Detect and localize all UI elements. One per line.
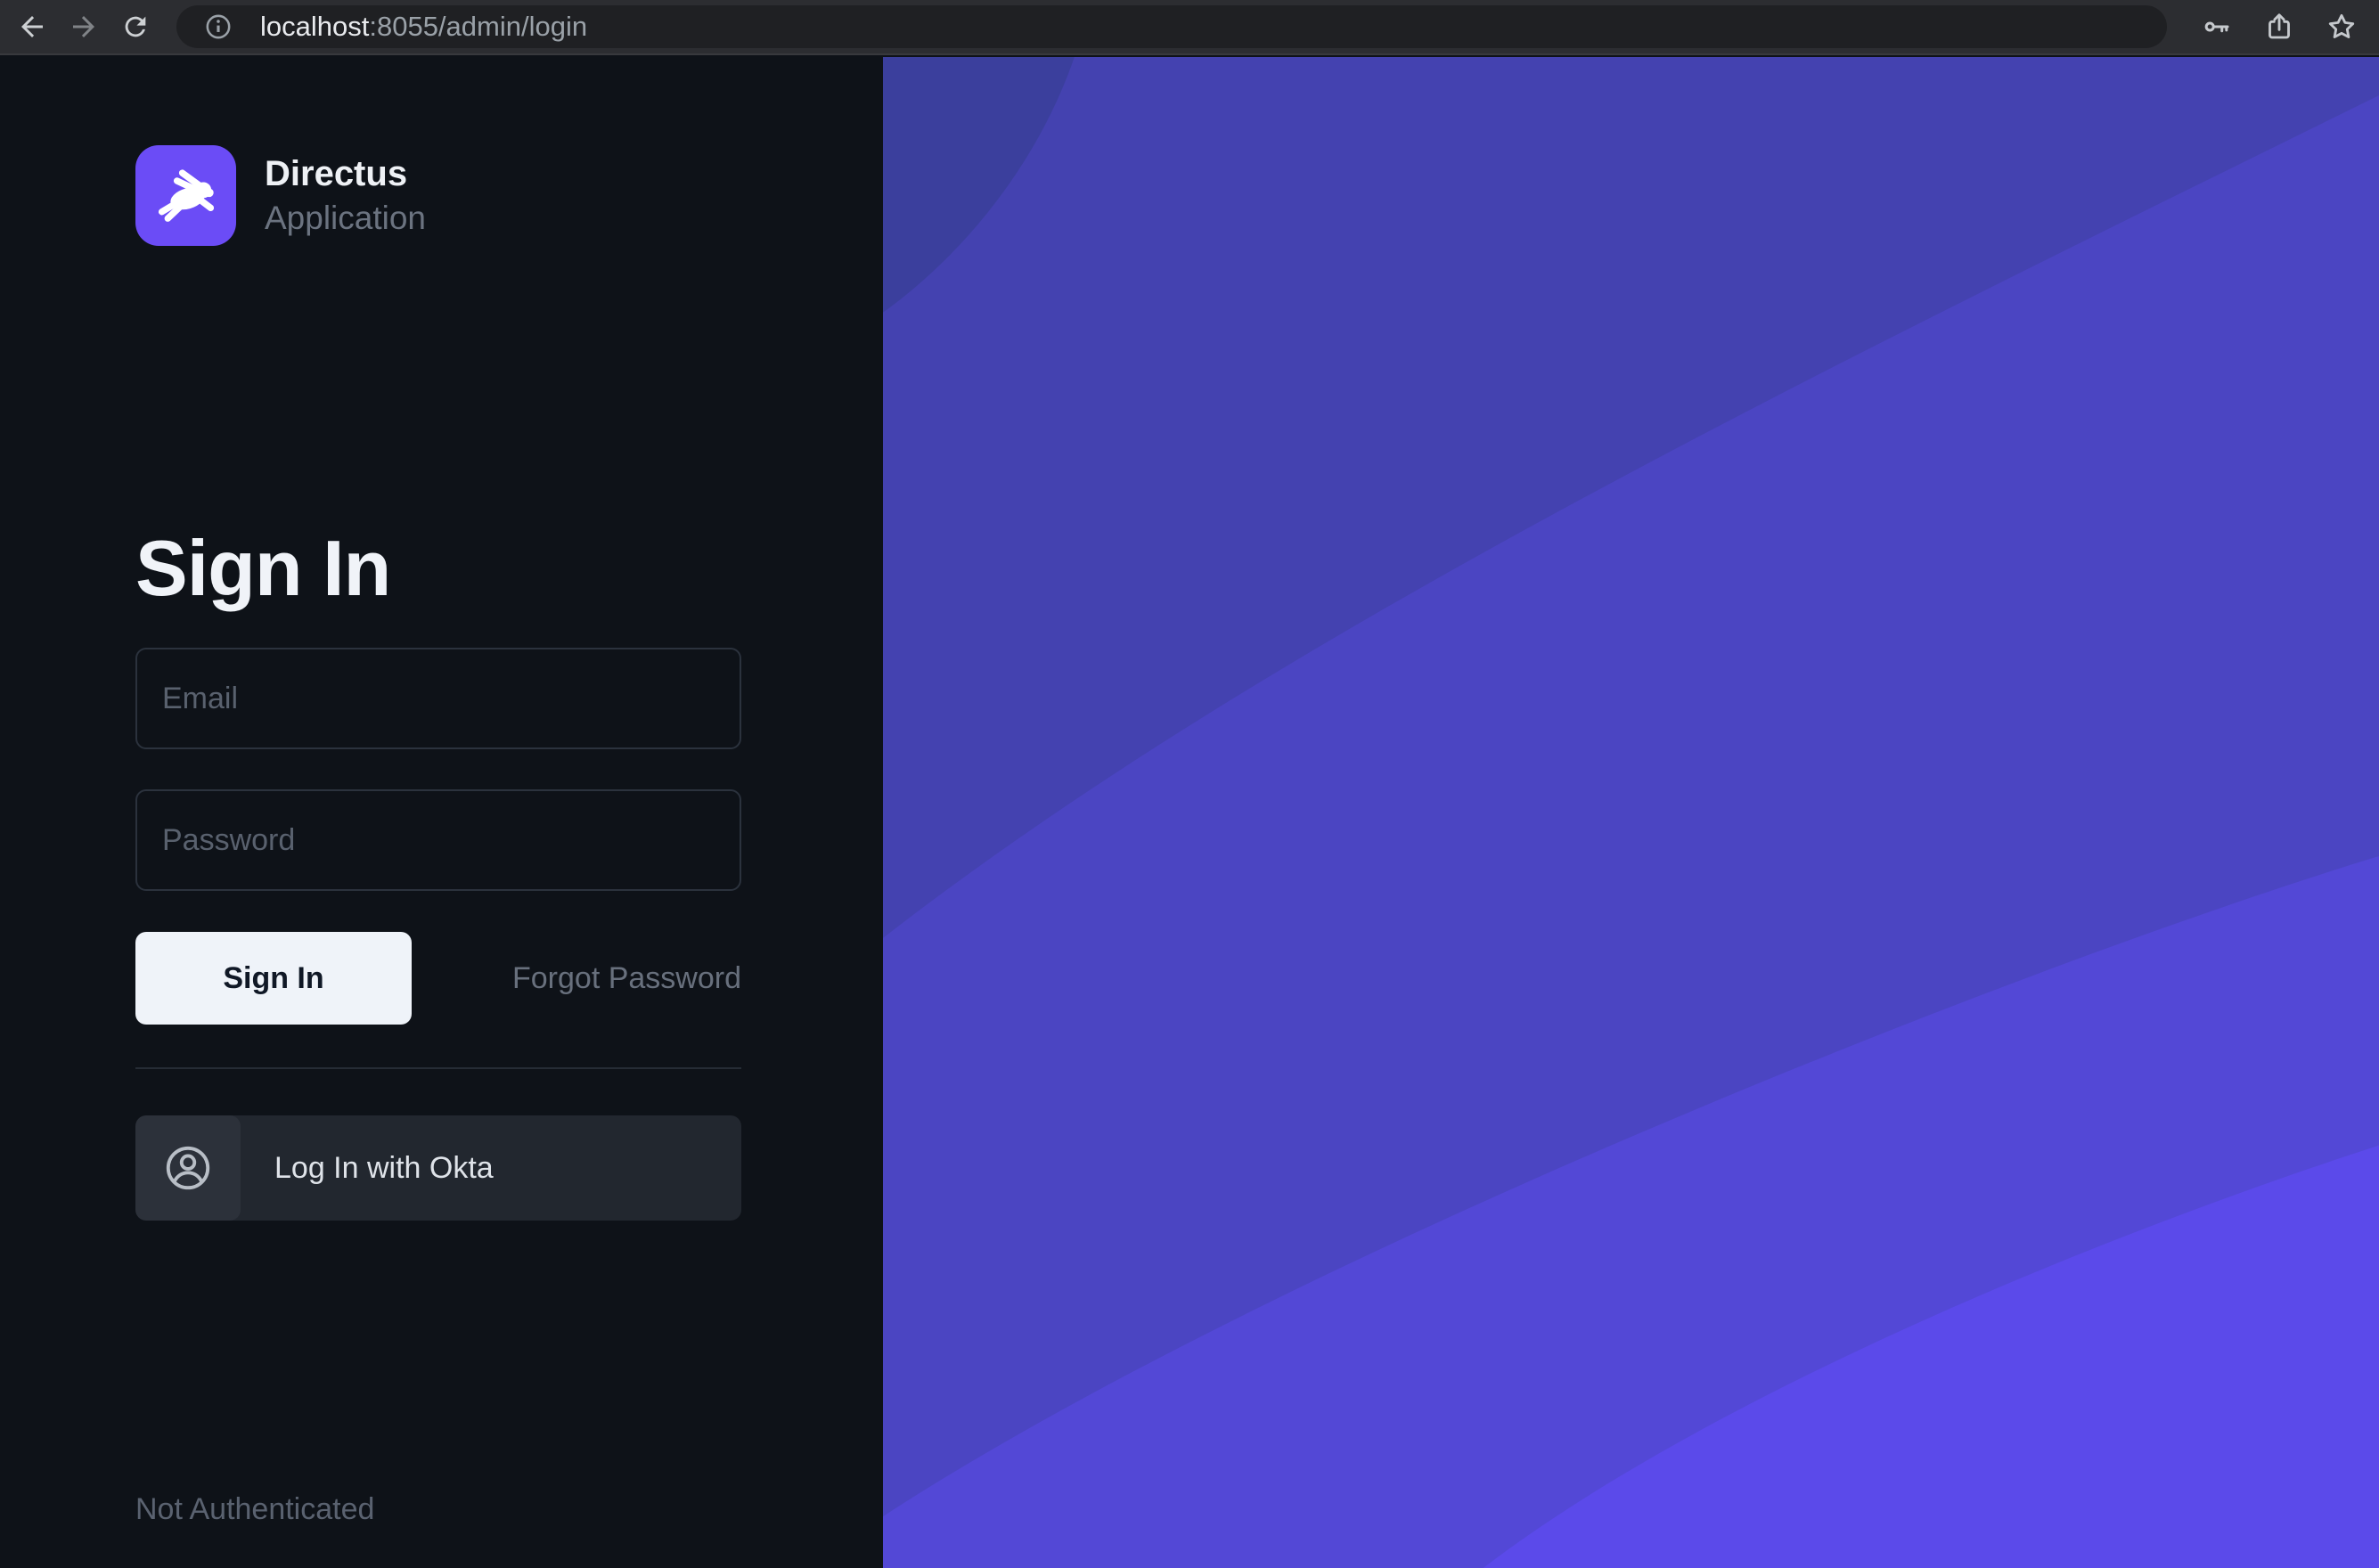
share-icon[interactable] xyxy=(2261,9,2297,45)
okta-login-label: Log In with Okta xyxy=(274,1151,494,1186)
purple-bands-art xyxy=(883,57,2379,1568)
brand-subtitle: Application xyxy=(265,200,426,238)
sso-icon-cell xyxy=(135,1115,241,1221)
account-circle-icon xyxy=(162,1142,214,1194)
url-text: localhost:8055/admin/login xyxy=(260,11,587,43)
forgot-password-link[interactable]: Forgot Password xyxy=(512,961,741,996)
password-field[interactable] xyxy=(135,789,741,891)
auth-status-text: Not Authenticated xyxy=(135,1492,374,1527)
form-actions: Sign In Forgot Password xyxy=(135,932,741,1025)
back-icon[interactable] xyxy=(14,9,50,45)
login-form: Sign In Forgot Password Log In with Okta xyxy=(135,648,741,1221)
page-title: Sign In xyxy=(135,529,883,608)
login-art-panel xyxy=(883,57,2379,1568)
directus-logo xyxy=(135,145,236,246)
brand-title: Directus xyxy=(265,153,426,194)
email-field[interactable] xyxy=(135,648,741,749)
bookmark-star-icon[interactable] xyxy=(2324,9,2359,45)
forward-icon[interactable] xyxy=(66,9,102,45)
address-bar[interactable]: localhost:8055/admin/login xyxy=(176,5,2167,48)
key-icon[interactable] xyxy=(2199,9,2235,45)
url-path: :8055/admin/login xyxy=(369,11,587,42)
divider xyxy=(135,1067,741,1069)
brand-header: Directus Application xyxy=(135,145,883,246)
browser-toolbar: localhost:8055/admin/login xyxy=(0,0,2379,55)
directus-rabbit-icon xyxy=(153,163,219,229)
refresh-icon[interactable] xyxy=(118,9,153,45)
site-info-icon[interactable] xyxy=(203,12,233,42)
brand-text: Directus Application xyxy=(265,153,426,238)
sign-in-button[interactable]: Sign In xyxy=(135,932,412,1025)
toolbar-right-icons xyxy=(2199,9,2359,45)
url-host: localhost xyxy=(260,11,369,42)
login-page: Directus Application Sign In Sign In For… xyxy=(0,57,2379,1568)
login-panel: Directus Application Sign In Sign In For… xyxy=(0,57,883,1568)
okta-login-button[interactable]: Log In with Okta xyxy=(135,1115,741,1221)
